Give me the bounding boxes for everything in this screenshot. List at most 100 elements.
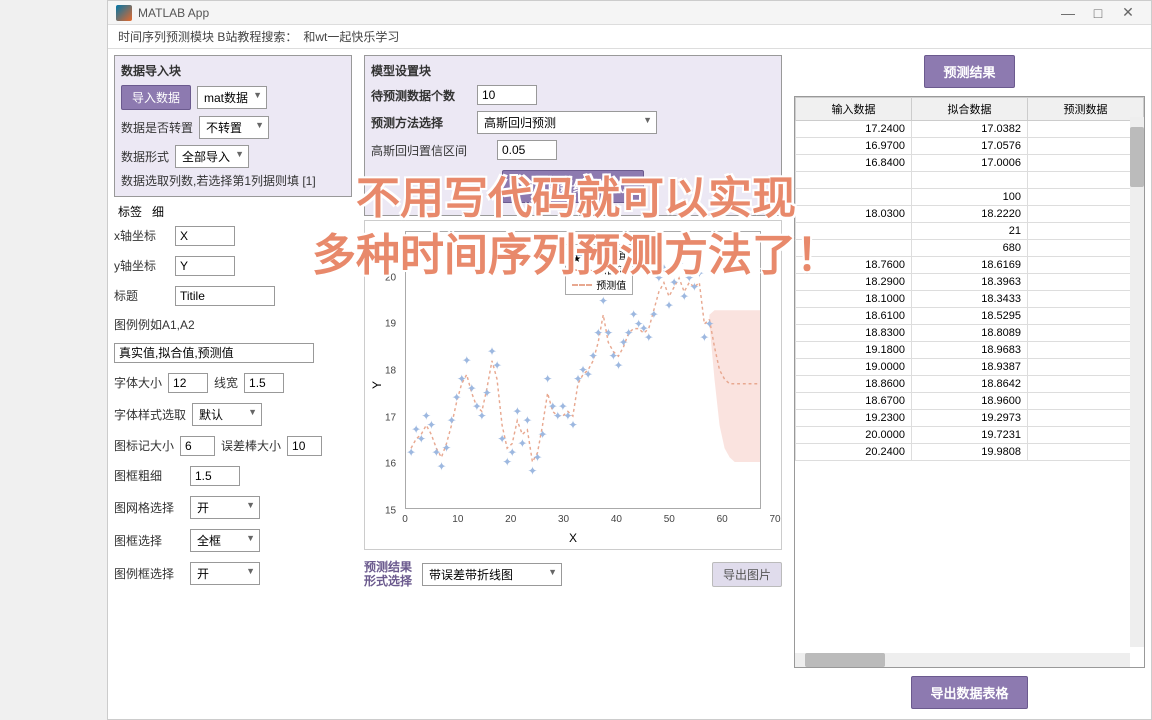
yaxis-input[interactable] — [175, 256, 235, 276]
title-input[interactable] — [175, 286, 275, 306]
data-import-title: 数据导入块 — [121, 62, 345, 79]
svg-text:✦: ✦ — [492, 359, 502, 372]
matlab-icon — [116, 5, 132, 21]
table-row[interactable]: 18.610018.52950 — [796, 308, 1144, 325]
svg-text:✦: ✦ — [457, 373, 467, 386]
box-input[interactable] — [190, 466, 240, 486]
shape-select[interactable]: 全部导入 — [175, 145, 249, 168]
svg-text:✦: ✦ — [644, 332, 654, 345]
minimize-button[interactable]: — — [1053, 5, 1083, 21]
table-row[interactable]: 20.000019.72310 — [796, 427, 1144, 444]
table-row[interactable]: 18.030018.22200 — [796, 206, 1144, 223]
table-row[interactable]: 18.670018.96000 — [796, 393, 1144, 410]
grid-select[interactable]: 开 — [190, 496, 260, 519]
svg-text:✦: ✦ — [432, 447, 442, 460]
svg-text:✦: ✦ — [568, 419, 578, 432]
data-type-select[interactable]: mat数据 — [197, 86, 267, 109]
svg-text:✦: ✦ — [593, 327, 603, 340]
title-label: 标题 — [114, 287, 169, 304]
svg-text:✦: ✦ — [614, 359, 624, 372]
table-row[interactable]: 16.970017.05760 — [796, 138, 1144, 155]
result-form-select[interactable]: 带误差带折线图 — [422, 563, 562, 586]
left-column: 数据导入块 导入数据 mat数据 数据是否转置 不转置 数据形式 全部导入 数据… — [108, 49, 358, 719]
table-row[interactable]: 0 — [796, 172, 1144, 189]
legendbox-select[interactable]: 开 — [190, 562, 260, 585]
table-row[interactable]: 19.180018.96830 — [796, 342, 1144, 359]
table-row[interactable]: 18.100018.34330 — [796, 291, 1144, 308]
table-row[interactable]: 1000 — [796, 189, 1144, 206]
svg-text:✦: ✦ — [467, 382, 477, 395]
svg-text:✦: ✦ — [512, 405, 522, 418]
fontstyle-label: 字体样式选取 — [114, 406, 186, 423]
num-predict-label: 待预测数据个数 — [371, 87, 471, 104]
export-image-button[interactable]: 导出图片 — [712, 562, 782, 587]
legend-label: 图例例如A1,A2 — [114, 316, 195, 333]
svg-text:✦: ✦ — [507, 447, 517, 460]
import-button[interactable]: 导入数据 — [121, 85, 191, 110]
fontsize-label: 字体大小 — [114, 374, 162, 391]
svg-text:✦: ✦ — [477, 410, 487, 423]
table-row[interactable]: 19.000018.93870 — [796, 359, 1144, 376]
xaxis-input[interactable] — [175, 226, 235, 246]
chart-inner: ✦✦✦✦✦✦✦✦✦✦✦✦✦✦✦✦✦✦✦✦✦✦✦✦✦✦✦✦✦✦✦✦✦✦✦✦✦✦✦✦… — [405, 231, 761, 509]
svg-text:✦: ✦ — [649, 309, 659, 322]
legend-input[interactable] — [114, 343, 314, 363]
app-title: MATLAB App — [138, 6, 209, 20]
model-settings-title: 模型设置块 — [371, 62, 775, 79]
result-form-label: 预测结果 形式选择 — [364, 560, 412, 589]
table-hscroll[interactable] — [795, 653, 1130, 667]
legendbox-label: 图例框选择 — [114, 565, 184, 582]
table-header: 拟合数据 — [912, 98, 1028, 121]
num-predict-input[interactable] — [477, 85, 537, 105]
chart-area: Y X ✦✦✦✦✦✦✦✦✦✦✦✦✦✦✦✦✦✦✦✦✦✦✦✦✦✦✦✦✦✦✦✦✦✦✦✦… — [364, 220, 782, 550]
chart-bottom-row: 预测结果 形式选择 带误差带折线图 导出图片 — [364, 554, 782, 595]
svg-text:✦: ✦ — [538, 428, 548, 441]
content: 数据导入块 导入数据 mat数据 数据是否转置 不转置 数据形式 全部导入 数据… — [108, 49, 1151, 719]
svg-text:✦: ✦ — [452, 391, 462, 404]
app-window: MATLAB App — □ ✕ 时间序列预测模块 B站教程搜索： 和wt一起快… — [107, 0, 1152, 720]
table-row[interactable]: 18.830018.80890 — [796, 325, 1144, 342]
table-row[interactable]: 16.840017.00060 — [796, 155, 1144, 172]
fontstyle-select[interactable]: 默认 — [192, 403, 262, 426]
maximize-button[interactable]: □ — [1083, 5, 1113, 21]
table-row[interactable]: 18.290018.39630 — [796, 274, 1144, 291]
subtitle-label: 时间序列预测模块 B站教程搜索： — [118, 28, 297, 45]
subtitle-bar: 时间序列预测模块 B站教程搜索： 和wt一起快乐学习 — [108, 25, 1151, 49]
method-select[interactable]: 高斯回归预测 — [477, 111, 657, 134]
data-import-panel: 数据导入块 导入数据 mat数据 数据是否转置 不转置 数据形式 全部导入 数据… — [114, 55, 352, 197]
model-settings-panel: 模型设置块 待预测数据个数 预测方法选择 高斯回归预测 高斯回归置信区间 随机更… — [364, 55, 782, 216]
table-vscroll[interactable] — [1130, 117, 1144, 647]
table-row[interactable]: 18.760018.61690 — [796, 257, 1144, 274]
svg-text:✦: ✦ — [426, 419, 436, 432]
method-label: 预测方法选择 — [371, 114, 471, 131]
fontsize-input[interactable] — [168, 373, 208, 393]
table-row[interactable]: 19.230019.29730 — [796, 410, 1144, 427]
frame-select[interactable]: 全框 — [190, 529, 260, 552]
errorbar-input[interactable] — [287, 436, 322, 456]
table-row[interactable]: 6800 — [796, 240, 1144, 257]
linewidth-input[interactable] — [244, 373, 284, 393]
predict-result-button[interactable]: 预测结果 — [924, 55, 1014, 88]
svg-text:✦: ✦ — [588, 350, 598, 363]
close-button[interactable]: ✕ — [1113, 4, 1143, 21]
svg-text:✦: ✦ — [528, 465, 538, 478]
table-header: 输入数据 — [796, 98, 912, 121]
chart-ylabel: Y — [370, 381, 384, 389]
ci-input[interactable] — [497, 140, 557, 160]
svg-text:✦: ✦ — [447, 414, 457, 427]
transpose-select[interactable]: 不转置 — [199, 116, 269, 139]
table-row[interactable]: 17.240017.03820 — [796, 121, 1144, 138]
export-table-button[interactable]: 导出数据表格 — [911, 676, 1027, 709]
table-row[interactable]: 20.240019.98080 — [796, 444, 1144, 461]
table-row[interactable]: 18.860018.86420 — [796, 376, 1144, 393]
svg-text:✦: ✦ — [437, 460, 447, 473]
svg-text:✦: ✦ — [487, 345, 497, 358]
marker-input[interactable] — [180, 436, 215, 456]
table-row[interactable]: 210 — [796, 223, 1144, 240]
subtitle-search: 和wt一起快乐学习 — [303, 28, 399, 45]
svg-text:✦: ✦ — [518, 437, 528, 450]
svg-text:✦: ✦ — [679, 290, 689, 303]
results-table: 输入数据拟合数据预测数据 17.240017.0382016.970017.05… — [795, 97, 1144, 461]
random-style-button[interactable]: 随机更新绘图样式 — [502, 170, 644, 203]
box-label: 图框粗细 — [114, 467, 184, 484]
